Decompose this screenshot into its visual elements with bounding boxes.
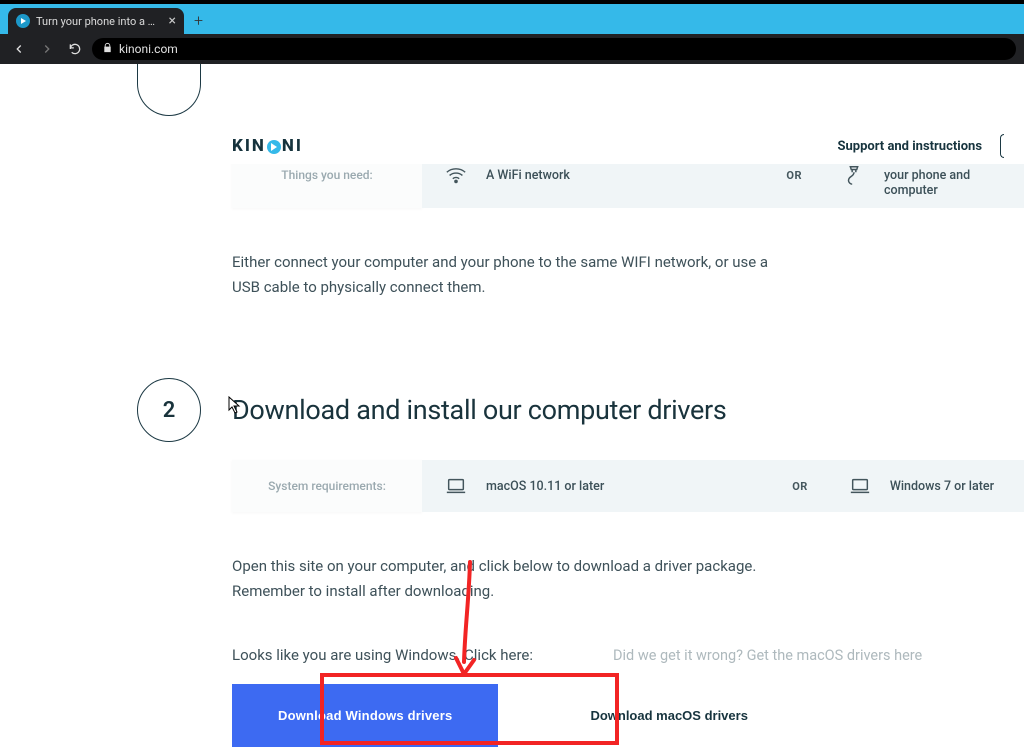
lock-icon bbox=[102, 42, 113, 56]
wifi-icon bbox=[444, 164, 468, 186]
step-2-badge: 2 bbox=[137, 378, 201, 442]
os-detect-text: Looks like you are using Windows. Click … bbox=[232, 646, 533, 664]
requirement-wifi-label: A WiFi network bbox=[486, 168, 570, 183]
browser-tab[interactable]: Turn your phone into a wireless w × bbox=[8, 8, 184, 34]
step-2-number: 2 bbox=[163, 398, 176, 423]
requirement-windows: Windows 7 or later bbox=[826, 475, 1024, 497]
new-tab-button[interactable]: + bbox=[194, 11, 203, 30]
step2-heading: Download and install our computer driver… bbox=[232, 394, 1024, 426]
step1-body-text: Either connect your computer and your ph… bbox=[232, 250, 792, 300]
reload-button[interactable] bbox=[64, 38, 86, 60]
or-separator: OR bbox=[768, 169, 820, 182]
requirements-label: System requirements: bbox=[232, 460, 422, 512]
site-header: KIN NI Support and instructions bbox=[0, 128, 1024, 164]
forward-button[interactable] bbox=[36, 38, 58, 60]
logo-text-kin: KIN bbox=[232, 136, 266, 156]
tab-favicon-icon bbox=[16, 14, 30, 28]
requirement-windows-label: Windows 7 or later bbox=[890, 479, 994, 494]
requirement-wifi: A WiFi network bbox=[422, 164, 592, 186]
tab-title: Turn your phone into a wireless w bbox=[36, 15, 163, 28]
page-content: KINNI Support and instructions Things yo… bbox=[0, 64, 1024, 753]
back-button[interactable] bbox=[8, 38, 30, 60]
laptop-icon bbox=[444, 475, 468, 497]
download-windows-button[interactable]: Download Windows drivers bbox=[232, 684, 498, 747]
url-text: kinoni.com bbox=[119, 42, 178, 56]
requirement-macos: macOS 10.11 or later bbox=[422, 475, 626, 497]
support-link[interactable]: Support and instructions bbox=[837, 139, 982, 154]
step2-body-text: Open this site on your computer, and cli… bbox=[232, 554, 792, 604]
usb-cable-icon bbox=[842, 164, 866, 186]
or-separator: OR bbox=[774, 480, 826, 493]
logo-play-icon bbox=[267, 140, 281, 154]
step-1-badge bbox=[137, 64, 201, 116]
browser-url-bar: kinoni.com bbox=[0, 34, 1024, 64]
header-button-fragment-icon bbox=[1000, 134, 1004, 158]
logo-text-ni: NI bbox=[282, 136, 303, 156]
download-macos-button[interactable]: Download macOS drivers bbox=[590, 708, 748, 723]
browser-title-bar: Turn your phone into a wireless w × + bbox=[0, 4, 1024, 34]
site-logo[interactable]: KIN NI bbox=[232, 136, 303, 156]
tab-close-icon[interactable]: × bbox=[169, 13, 176, 29]
step2-requirements-row: System requirements: macOS 10.11 or late… bbox=[232, 460, 1024, 512]
laptop-icon bbox=[848, 475, 872, 497]
address-bar[interactable]: kinoni.com bbox=[92, 38, 1016, 60]
os-alt-text: Did we get it wrong? Get the macOS drive… bbox=[613, 647, 922, 664]
requirement-macos-label: macOS 10.11 or later bbox=[486, 479, 604, 494]
